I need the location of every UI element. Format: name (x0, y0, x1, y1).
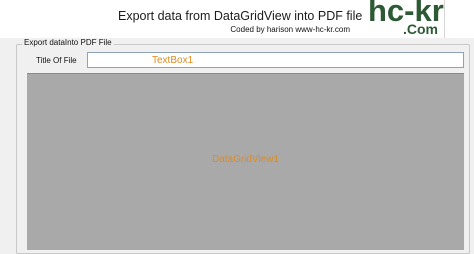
groupbox-legend: Export dataInto PDF File (22, 38, 114, 47)
logo-domain: .Com (403, 21, 438, 37)
title-of-file-label: Title Of File (36, 56, 77, 65)
site-logo: hc-kr .Com (364, 0, 445, 38)
app-title: Export data from DataGridView into PDF f… (118, 9, 363, 23)
credit-text: Coded by harison www-hc-kr.com (230, 25, 350, 34)
title-of-file-input[interactable] (87, 52, 464, 68)
data-grid-view-name: DataGridView1 (211, 154, 280, 165)
data-grid-view[interactable]: DataGridView1 (27, 73, 464, 250)
